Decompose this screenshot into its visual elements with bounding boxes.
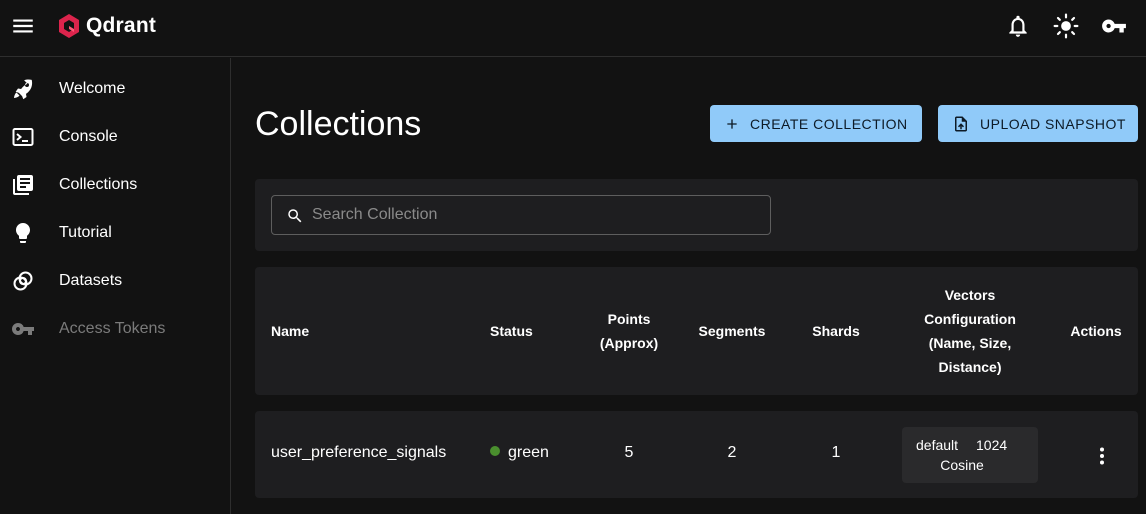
column-header-shards: Shards (812, 323, 860, 339)
sidebar-item-label: Welcome (59, 80, 126, 97)
column-header-vectors: Vectors Configuration (Name, Size, Dista… (924, 287, 1016, 375)
vector-config-chip: default 1024 Cosine (902, 427, 1038, 483)
create-collection-label: CREATE COLLECTION (750, 115, 908, 132)
search-icon (288, 209, 302, 223)
upload-file-icon (955, 116, 967, 131)
plus-icon (727, 118, 737, 129)
points-cell: 5 (624, 444, 634, 461)
sidebar-item-tutorial[interactable]: Tutorial (0, 209, 230, 257)
sun-icon[interactable] (1053, 13, 1079, 39)
table-header: Name Status Points (Approx) Segments Sha… (255, 267, 1138, 395)
menu-icon[interactable] (10, 13, 36, 39)
sidebar-item-label: Access Tokens (59, 320, 166, 337)
collection-name[interactable]: user_preference_signals (271, 444, 446, 462)
status-badge: green (508, 444, 549, 461)
status-cell: green (490, 444, 549, 462)
upload-snapshot-button[interactable]: UPLOAD SNAPSHOT (938, 105, 1138, 142)
more-actions-icon[interactable] (1090, 444, 1114, 468)
column-header-status: Status (490, 323, 533, 339)
collections-icon (13, 175, 33, 195)
sidebar-item-collections[interactable]: Collections (0, 161, 230, 209)
column-header-actions: Actions (1070, 323, 1122, 339)
table-row[interactable]: user_preference_signals green 5 2 1 defa… (255, 411, 1138, 498)
page-title: Collections (255, 105, 422, 143)
sidebar-item-access-tokens: Access Tokens (0, 305, 230, 353)
sidebar-item-label: Tutorial (59, 224, 112, 241)
segments-cell: 2 (727, 444, 737, 461)
app-name: Qdrant (86, 14, 157, 37)
sidebar-item-datasets[interactable]: Datasets (0, 257, 230, 305)
sidebar-item-label: Collections (59, 176, 138, 193)
search-panel (255, 179, 1138, 251)
rocket-icon (14, 79, 33, 100)
create-collection-button[interactable]: CREATE COLLECTION (710, 105, 922, 142)
column-header-segments: Segments (698, 323, 766, 339)
sidebar-item-label: Datasets (59, 272, 123, 289)
chevron-down-icon (17, 229, 29, 237)
key-icon (12, 323, 34, 335)
key-icon[interactable] (1101, 13, 1127, 39)
bell-icon[interactable] (1005, 13, 1031, 39)
sidebar: Welcome Console Collections Tutorial Dat… (0, 58, 231, 514)
sidebar-item-console[interactable]: Console (0, 113, 230, 161)
vector-size: 1024 (976, 437, 1008, 453)
status-dot (490, 446, 500, 456)
sidebar-item-welcome[interactable]: Welcome (0, 65, 230, 113)
shards-cell: 1 (831, 444, 841, 461)
sidebar-item-label: Console (59, 128, 118, 145)
search-input[interactable] (312, 196, 762, 234)
column-header-name: Name (271, 323, 310, 339)
datasets-icon (13, 271, 33, 291)
qdrant-logo[interactable]: Qdrant (58, 12, 156, 40)
vector-name: default (916, 437, 959, 453)
qdrant-logo-icon (59, 14, 79, 38)
terminal-icon (12, 128, 34, 146)
app-bar: Qdrant (0, 0, 1146, 57)
column-header-points: Points (Approx) (599, 311, 659, 351)
search-box[interactable] (271, 195, 771, 235)
vector-distance: Cosine (940, 457, 984, 473)
upload-snapshot-label: UPLOAD SNAPSHOT (980, 115, 1126, 132)
